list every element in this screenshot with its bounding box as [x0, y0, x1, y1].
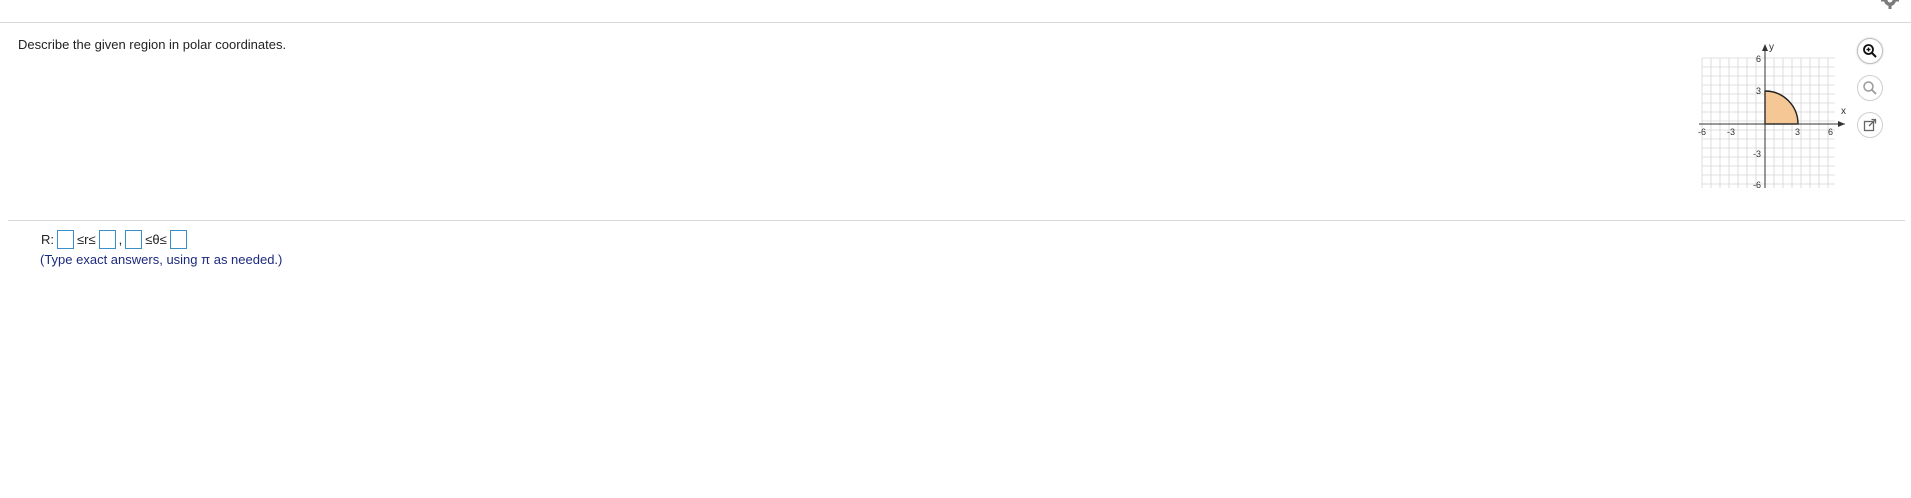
popout-button[interactable] — [1857, 112, 1883, 138]
x-axis-label: x — [1841, 106, 1846, 117]
region-graph: x y -6 -3 3 6 6 3 -3 -6 — [1698, 42, 1846, 190]
x-tick-label: 6 — [1828, 127, 1833, 137]
answer-hint: (Type exact answers, using π as needed.) — [40, 252, 283, 267]
x-tick-label: -3 — [1727, 127, 1735, 137]
y-tick-label: 6 — [1756, 54, 1761, 64]
y-tick-label: 3 — [1756, 86, 1761, 96]
r-upper-input[interactable] — [98, 229, 116, 249]
zoom-out-icon — [1863, 81, 1877, 95]
section-divider — [8, 220, 1905, 221]
region-label: R: — [41, 231, 54, 247]
y-tick-label: -3 — [1753, 149, 1761, 159]
theta-lower-input[interactable] — [125, 229, 143, 249]
answer-row: R: ≤r≤ , ≤θ≤ — [40, 228, 189, 250]
region-shape — [1764, 90, 1799, 125]
question-prompt: Describe the given region in polar coord… — [18, 37, 287, 52]
zoom-in-icon — [1863, 44, 1877, 58]
zoom-out-button[interactable] — [1857, 75, 1883, 101]
x-tick-label: -6 — [1698, 127, 1706, 137]
x-axis-arrow — [1838, 121, 1845, 127]
y-axis-arrow — [1762, 44, 1768, 51]
y-axis-label: y — [1769, 42, 1774, 53]
r-inequality: ≤r≤ — [77, 231, 96, 247]
theta-upper-input[interactable] — [169, 229, 187, 249]
r-lower-input[interactable] — [57, 229, 74, 249]
theta-inequality: ≤θ≤ — [145, 231, 167, 247]
popout-icon — [1863, 118, 1877, 132]
comma-separator: , — [118, 231, 123, 247]
x-tick-label: 3 — [1795, 127, 1800, 137]
y-tick-label: -6 — [1753, 180, 1761, 190]
gear-icon[interactable] — [1880, 0, 1900, 10]
zoom-in-button[interactable] — [1857, 38, 1883, 64]
top-divider — [0, 22, 1911, 23]
